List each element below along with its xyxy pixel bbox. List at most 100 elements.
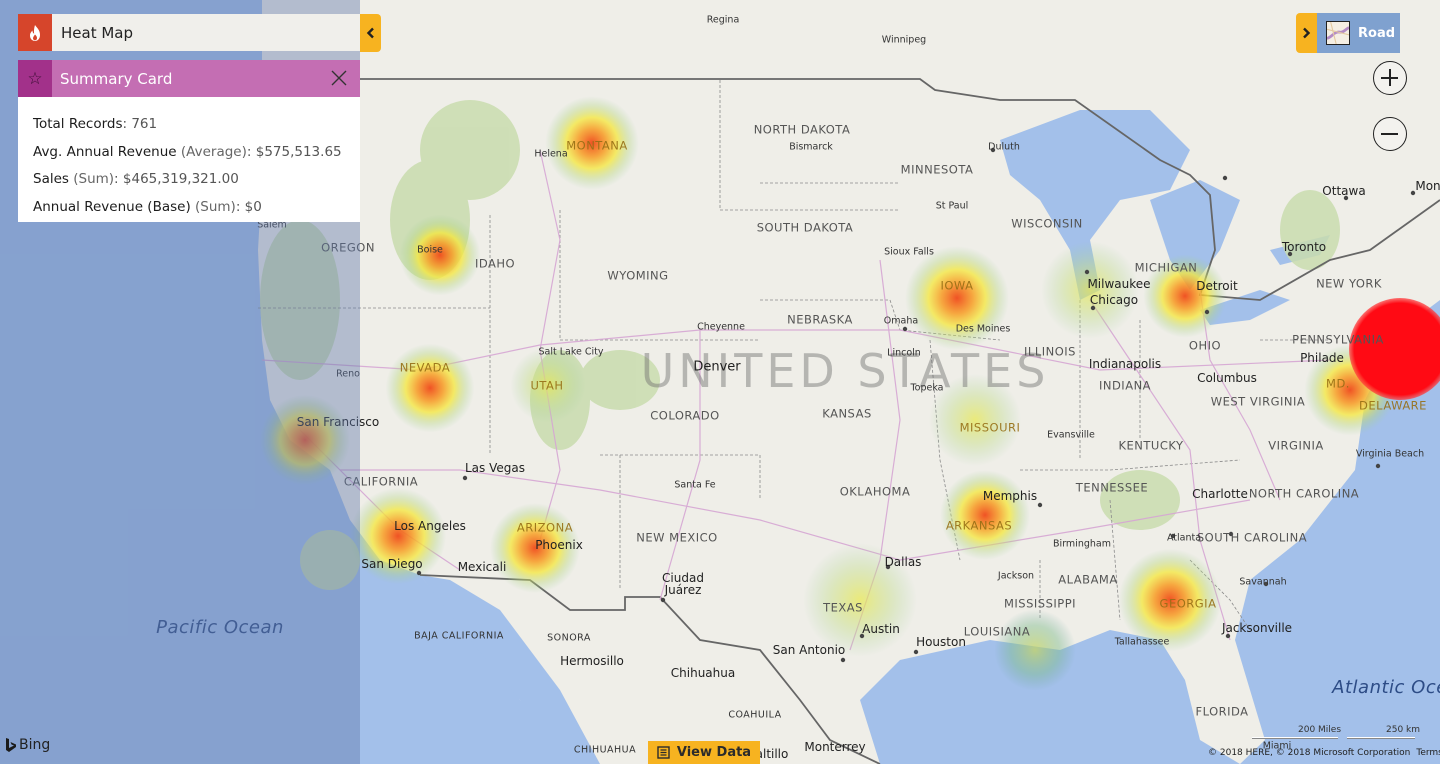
city-label: Ottawa: [1322, 184, 1366, 198]
state-label: FLORIDA: [1195, 704, 1249, 719]
state-label: COAHUILA: [728, 709, 782, 721]
city-marker: [660, 597, 666, 603]
city-label: Duluth: [988, 141, 1020, 153]
city-label: Des Moines: [955, 323, 1011, 335]
row-value: 761: [131, 116, 158, 132]
state-label: DELAWARE: [1359, 398, 1427, 413]
city-label: San Diego: [361, 557, 423, 571]
row-modifier: (Sum): [195, 198, 236, 215]
city-label: Sioux Falls: [884, 246, 934, 258]
city-label: Omaha: [883, 315, 919, 327]
heat-point: [385, 343, 475, 433]
view-data-button[interactable]: View Data: [648, 741, 760, 764]
state-label: MONTANA: [566, 138, 628, 153]
city-label: Bismarck: [789, 141, 833, 153]
city-label: Toronto: [1281, 240, 1327, 254]
state-label: MINNESOTA: [900, 162, 974, 177]
city-label: Atlanta: [1166, 532, 1202, 544]
terms-link[interactable]: Terms: [1416, 748, 1440, 758]
state-label: NEBRASKA: [787, 312, 853, 327]
state-label: OKLAHOMA: [839, 484, 911, 499]
road-map-icon: [1326, 21, 1350, 45]
layer-panel-heatmap[interactable]: Heat Map: [18, 14, 360, 51]
state-label: COLORADO: [650, 408, 720, 423]
city-label: Jacksonville: [1221, 621, 1293, 635]
city-label: Winnipeg: [881, 34, 927, 46]
row-value: $465,319,321.00: [122, 171, 239, 188]
state-label: IDAHO: [474, 256, 516, 271]
city-label: Dallas: [884, 555, 922, 569]
heat-point: [905, 246, 1009, 350]
city-marker: [913, 649, 919, 655]
state-label: SONORA: [547, 632, 591, 644]
scale-km: 250 km: [1386, 725, 1421, 735]
state-label: NEW YORK: [1316, 276, 1382, 291]
maptype-expand-button[interactable]: [1296, 13, 1317, 53]
state-label: WISCONSIN: [1011, 216, 1083, 231]
flame-icon: [18, 14, 52, 51]
row-key: Annual Revenue (Base): [33, 198, 191, 215]
city-label: Las Vegas: [465, 461, 525, 475]
city-label: Cheyenne: [697, 321, 745, 333]
city-marker: [462, 475, 468, 481]
maptype-road-button[interactable]: Road: [1317, 13, 1400, 53]
bing-logo: Bing: [5, 737, 50, 753]
city-label: altillo: [755, 747, 789, 761]
state-label: INDIANA: [1098, 378, 1152, 393]
state-label: WEST VIRGINIA: [1210, 394, 1306, 409]
city-label: Monterrey: [804, 740, 866, 754]
close-icon[interactable]: [330, 69, 348, 87]
city-marker: [840, 657, 846, 663]
chevron-right-icon: [1303, 27, 1311, 39]
bing-label: Bing: [19, 737, 51, 753]
ocean-label: Pacific Ocean: [156, 617, 284, 638]
state-label: TEXAS: [823, 600, 863, 615]
city-label: Phoenix: [535, 538, 583, 552]
state-label: BAJA CALIFORNIA: [414, 630, 504, 642]
summary-card: ☆ Summary Card Total Records: 761 Avg. A…: [18, 60, 360, 222]
city-label: Los Angeles: [394, 519, 466, 533]
row-key: Sales: [33, 171, 69, 188]
city-label: Virginia Beach: [1355, 448, 1425, 460]
copyright-text: © 2018 HERE, © 2018 Microsoft Corporatio…: [1208, 748, 1411, 758]
city-marker: [1084, 269, 1090, 275]
city-label: Columbus: [1197, 371, 1257, 385]
city-marker: [1037, 502, 1043, 508]
state-label: MD.: [1326, 376, 1350, 391]
state-label: NEW MEXICO: [636, 530, 718, 545]
state-label: PENNSYLVANIA: [1292, 332, 1384, 347]
city-label: Austin: [862, 622, 900, 636]
state-label: MISSISSIPPI: [1003, 596, 1077, 611]
state-label: CALIFORNIA: [343, 474, 419, 489]
city-label: Mexicali: [457, 560, 507, 574]
state-label: OREGON: [321, 240, 375, 255]
summary-row-avg-annual-revenue: Avg. Annual Revenue (Average): $575,513.…: [33, 143, 342, 160]
scale-bar-miles: [1252, 737, 1338, 739]
state-label: GEORGIA: [1159, 596, 1217, 611]
state-label: ARKANSAS: [945, 518, 1013, 533]
heat-point: [940, 470, 1030, 560]
state-label: OHIO: [1188, 338, 1222, 353]
row-key: Total Records: [33, 116, 123, 132]
state-label: SOUTH CAROLINA: [1196, 530, 1308, 545]
view-data-label: View Data: [676, 745, 752, 760]
city-label: Detroit: [1196, 279, 1238, 293]
row-key: Avg. Annual Revenue: [33, 143, 177, 160]
collapse-panel-button[interactable]: [360, 14, 381, 52]
city-label: Reno: [336, 368, 360, 380]
star-icon: ☆: [18, 60, 52, 97]
zoom-out-button[interactable]: [1373, 117, 1407, 151]
city-label: Ciudad Juárez: [662, 571, 704, 597]
state-label: NORTH CAROLINA: [1248, 486, 1360, 501]
city-marker: [416, 570, 422, 576]
city-label: Regina: [706, 14, 740, 26]
state-label: MISSOURI: [959, 420, 1021, 435]
city-label: Evansville: [1047, 429, 1095, 441]
city-label: Savannah: [1239, 576, 1287, 588]
city-label: Chicago: [1089, 293, 1139, 307]
state-label: TENNESSEE: [1075, 480, 1149, 495]
state-label: MICHIGAN: [1134, 260, 1198, 275]
zoom-in-button[interactable]: [1373, 61, 1407, 95]
state-label: UTAH: [530, 378, 564, 393]
city-label: Mon: [1415, 179, 1440, 193]
